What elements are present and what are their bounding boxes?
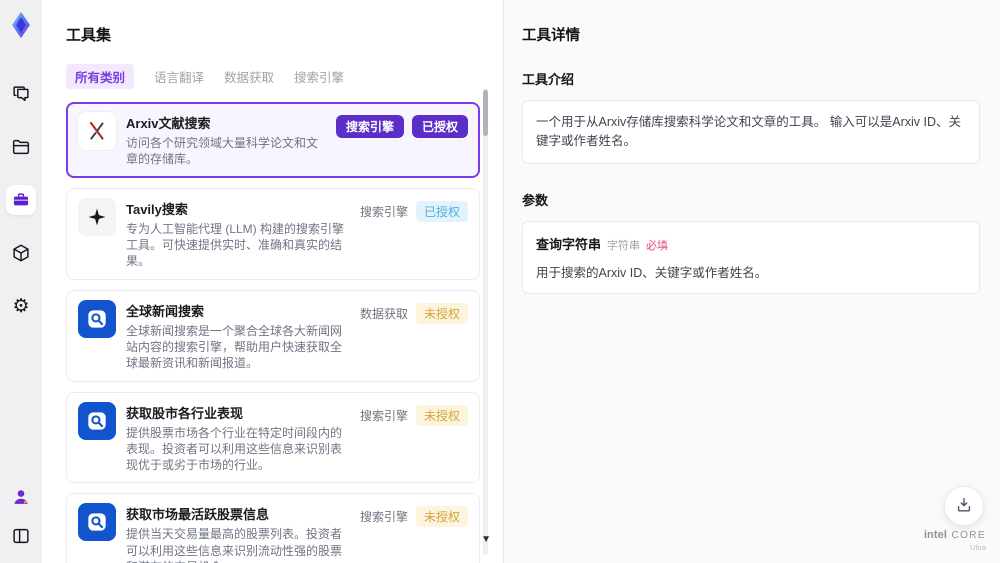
category-badge: 搜索引擎 <box>335 115 404 138</box>
page-title: 工具集 <box>66 27 112 44</box>
tool-description: 专为人工智能代理 (LLM) 构建的搜索引擎工具。可快速提供实时、准确和真实的结… <box>126 221 345 269</box>
sidebar-nav: ⚙ <box>6 79 36 321</box>
sidebar-item-packages[interactable] <box>6 238 36 268</box>
param-description: 用于搜索的Arxiv ID、关键字或作者姓名。 <box>536 265 768 280</box>
briefcase-icon <box>11 190 31 210</box>
auth-status-badge: 未授权 <box>415 302 468 324</box>
folder-icon <box>10 136 32 158</box>
sidebar-item-toolbox[interactable] <box>6 185 36 215</box>
app-logo[interactable] <box>5 9 37 41</box>
param-required-flag: 必填 <box>646 239 669 252</box>
tool-card-3[interactable]: 获取股市各行业表现 提供股票市场各个行业在特定时间段内的表现。投资者可以利用这些… <box>66 391 480 484</box>
tool-card-1[interactable]: Tavily搜索 专为人工智能代理 (LLM) 构建的搜索引擎工具。可快速提供实… <box>66 187 480 280</box>
tool-description: 提供当天交易量最高的股票列表。投资者可以利用这些信息来识别流动性强的股票和潜在的… <box>126 527 343 563</box>
app-window: ⚙ 工具集 所有类别 语言翻译 数据获取 搜索引擎 Arxiv文献搜索 访问各个研究领… <box>0 0 1000 563</box>
news-search-icon <box>78 503 116 542</box>
tool-intro-card: 一个用于从Arxiv存储库搜索科学论文和文章的工具。 输入可以是Arxiv ID… <box>522 100 980 164</box>
auth-status-badge: 未授权 <box>415 404 468 426</box>
download-button[interactable] <box>944 486 984 526</box>
detail-title: 工具详情 <box>522 28 580 44</box>
scrollbar[interactable] <box>483 88 488 555</box>
category-badge: 搜索引擎 <box>359 204 408 219</box>
core-wordmark: CORE <box>951 530 986 542</box>
intro-heading: 工具介绍 <box>522 72 575 87</box>
sidebar-item-collapse-panel[interactable] <box>6 521 36 551</box>
param-card-0: 查询字符串 字符串 必填用于搜索的Arxiv ID、关键字或作者姓名。 <box>522 220 980 294</box>
tool-title: Arxiv文献搜索 <box>126 116 211 131</box>
cube-icon <box>10 242 32 264</box>
news-search-icon <box>78 299 116 338</box>
param-name: 查询字符串 <box>536 236 602 252</box>
tool-title: 全球新闻搜索 <box>126 303 205 319</box>
params-heading: 参数 <box>522 192 549 208</box>
tool-list-panel: 工具集 所有类别 语言翻译 数据获取 搜索引擎 Arxiv文献搜索 访问各个研究领域大… <box>42 0 504 563</box>
panel-toggle-icon <box>10 525 32 547</box>
news-search-icon <box>78 401 116 440</box>
tool-intro-text: 一个用于从Arxiv存储库搜索科学论文和文章的工具。 输入可以是Arxiv ID… <box>536 115 962 148</box>
tool-description: 访问各个研究领域大量科学论文和文章的存储库。 <box>126 136 319 167</box>
intel-wordmark: intel <box>923 529 948 542</box>
sidebar-item-settings[interactable]: ⚙ <box>6 291 36 321</box>
tool-card-2[interactable]: 全球新闻搜索 全球新闻搜索是一个聚合全球各大新闻网站内容的搜索引擎，帮助用户快速… <box>66 289 480 382</box>
sidebar-item-account[interactable] <box>6 482 36 512</box>
tool-card-list: Arxiv文献搜索 访问各个研究领域大量科学论文和文章的存储库。 搜索引擎 已授… <box>66 102 480 563</box>
arxiv-icon <box>78 112 116 150</box>
tool-badges: 搜索引擎 已授权 <box>360 198 468 270</box>
category-badge: 搜索引擎 <box>359 510 408 525</box>
tool-badges: 数据获取 未授权 <box>360 300 468 372</box>
param-type: 字符串 <box>607 239 641 252</box>
tab-0[interactable]: 所有类别 <box>66 63 135 89</box>
sidebar-item-chat[interactable] <box>6 79 36 109</box>
tool-badges: 搜索引擎 未授权 <box>360 503 468 563</box>
tool-description: 全球新闻搜索是一个聚合全球各大新闻网站内容的搜索引擎，帮助用户快速获取全球最新资… <box>126 323 343 371</box>
scrollbar-thumb[interactable] <box>483 90 488 136</box>
auth-status-badge: 已授权 <box>415 200 468 222</box>
chat-icon <box>10 83 32 105</box>
tab-2[interactable]: 数据获取 <box>224 67 274 86</box>
sidebar-item-files[interactable] <box>6 132 36 162</box>
tab-3[interactable]: 搜索引擎 <box>294 67 344 86</box>
auth-status-badge: 未授权 <box>415 506 468 528</box>
tool-title: 获取股市各行业表现 <box>126 405 244 421</box>
params-list: 查询字符串 字符串 必填用于搜索的Arxiv ID、关键字或作者姓名。 <box>522 220 980 294</box>
tool-detail-panel: 工具详情 工具介绍 一个用于从Arxiv存储库搜索科学论文和文章的工具。 输入可… <box>504 0 1000 563</box>
tool-title: Tavily搜索 <box>126 201 188 217</box>
tab-1[interactable]: 语言翻译 <box>154 67 204 86</box>
category-tabs: 所有类别 语言翻译 数据获取 搜索引擎 <box>66 63 479 89</box>
category-badge: 数据获取 <box>359 306 408 321</box>
sidebar: ⚙ <box>0 0 42 563</box>
tool-description: 提供股票市场各个行业在特定时间段内的表现。投资者可以利用这些信息来识别表现优于或… <box>126 425 343 473</box>
category-badge: 搜索引擎 <box>359 408 408 423</box>
tool-badges: 搜索引擎 已授权 <box>335 112 468 168</box>
tool-card-0[interactable]: Arxiv文献搜索 访问各个研究领域大量科学论文和文章的存储库。 搜索引擎 已授… <box>66 102 480 178</box>
intel-core-logo: intel CORE Ultra <box>924 525 986 552</box>
tool-card-4[interactable]: 获取市场最活跃股票信息 提供当天交易量最高的股票列表。投资者可以利用这些信息来识… <box>66 493 480 563</box>
tool-title: 获取市场最活跃股票信息 <box>126 507 270 523</box>
user-icon <box>10 486 32 508</box>
core-sub-label: Ultra <box>970 542 986 552</box>
sidebar-bottom <box>6 482 36 551</box>
gear-icon: ⚙ <box>12 295 30 317</box>
download-icon <box>954 495 974 518</box>
tavily-icon <box>78 197 116 236</box>
tool-badges: 搜索引擎 未授权 <box>360 402 468 474</box>
auth-status-badge: 已授权 <box>411 115 468 138</box>
scroll-down-arrow[interactable]: ▼ <box>481 535 491 545</box>
